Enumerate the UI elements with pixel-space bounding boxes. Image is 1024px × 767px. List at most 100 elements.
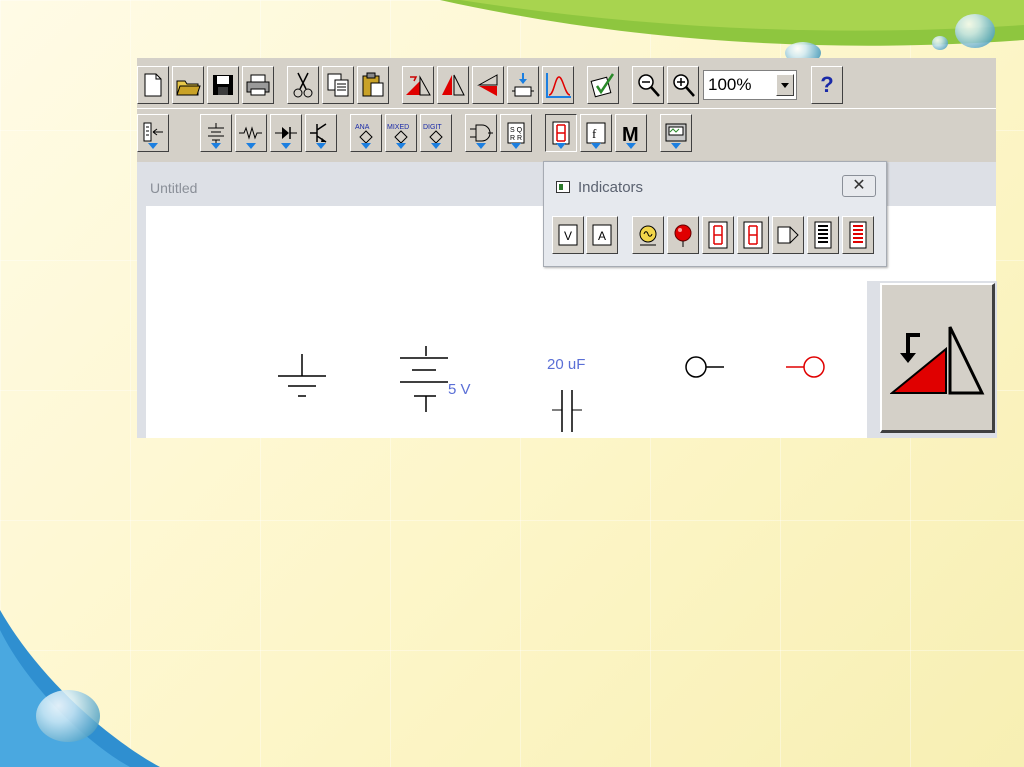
svg-text:M: M <box>622 124 639 144</box>
enlarged-rotate-button[interactable] <box>880 283 995 433</box>
svg-text:S Q: S Q <box>510 127 523 134</box>
copy-icon <box>327 73 349 97</box>
zoom-level-value: 100% <box>708 75 752 94</box>
palette-title: Indicators <box>578 179 644 196</box>
diodes-bin-button[interactable] <box>270 114 302 152</box>
decoded-seven-segment-button[interactable] <box>737 216 769 254</box>
water-drop-decoration <box>36 690 100 742</box>
function-icon: f <box>586 122 606 144</box>
cut-button[interactable] <box>287 66 319 104</box>
seven-segment-display-button[interactable] <box>702 216 734 254</box>
print-button[interactable] <box>242 66 274 104</box>
red-probe-icon <box>674 224 692 247</box>
transistors-bin-button[interactable] <box>305 114 337 152</box>
sources-bin-button[interactable] <box>200 114 232 152</box>
mixed-ics-bin-button[interactable]: MIXED <box>385 114 417 152</box>
indicators-bin-button[interactable] <box>545 114 577 152</box>
diode-icon <box>275 127 297 139</box>
seven-segment-icon <box>552 121 570 145</box>
zoom-out-button[interactable] <box>632 66 664 104</box>
save-button[interactable] <box>207 66 239 104</box>
graph-icon <box>546 73 571 98</box>
logic-gates-bin-button[interactable] <box>465 114 497 152</box>
zoom-dropdown-arrow-icon[interactable] <box>776 74 794 96</box>
miscellaneous-bin-button[interactable]: M <box>615 114 647 152</box>
zoom-in-button[interactable] <box>667 66 699 104</box>
bargraph-icon <box>814 221 832 249</box>
bargraph-undecoded-button[interactable] <box>842 216 874 254</box>
open-file-button[interactable] <box>172 66 204 104</box>
ammeter-button[interactable]: A <box>586 216 618 254</box>
controls-bin-button[interactable]: f <box>580 114 612 152</box>
parts-bin-toolbar: ANA MIXED DIGIT S QR R f M <box>137 110 996 156</box>
ammeter-icon: A <box>592 224 612 246</box>
connector-red-symbol[interactable] <box>784 352 828 382</box>
help-button[interactable]: ? <box>811 66 843 104</box>
instrument-icon <box>665 123 687 142</box>
favorites-bin-button[interactable] <box>137 114 169 152</box>
analog-ics-bin-button[interactable]: ANA <box>350 114 382 152</box>
zoom-out-icon <box>638 74 660 97</box>
flip-flop-icon: S QR R <box>507 122 525 144</box>
flip-vertical-button[interactable] <box>472 66 504 104</box>
copy-button[interactable] <box>322 66 354 104</box>
analog-ic-icon: ANA <box>355 124 373 144</box>
svg-text:V: V <box>564 229 572 243</box>
zoom-in-icon <box>673 74 695 97</box>
instruments-bin-button[interactable] <box>660 114 692 152</box>
bulb-icon <box>639 225 657 246</box>
connector-black-symbol[interactable] <box>682 352 726 382</box>
rotate-large-icon <box>890 326 985 395</box>
palette-close-button[interactable]: ✕ <box>842 175 876 197</box>
digital-bin-button[interactable]: S QR R <box>500 114 532 152</box>
rotate-button[interactable] <box>402 66 434 104</box>
new-file-button[interactable] <box>137 66 169 104</box>
battery-symbol[interactable] <box>396 344 456 424</box>
bulb-button[interactable] <box>632 216 664 254</box>
component-properties-button[interactable] <box>587 66 619 104</box>
voltmeter-button[interactable]: V <box>552 216 584 254</box>
water-drop-decoration <box>932 36 948 50</box>
bargraph-red-icon <box>849 221 867 249</box>
blue-swoosh-decoration <box>0 610 160 767</box>
save-disk-icon <box>213 75 233 95</box>
svg-text:ANA: ANA <box>355 124 370 131</box>
ground-symbol[interactable] <box>274 352 330 408</box>
scissors-icon <box>293 72 313 98</box>
flip-horizontal-icon <box>442 74 465 96</box>
help-icon: ? <box>820 72 834 97</box>
basic-components-bin-button[interactable] <box>235 114 267 152</box>
palette-window-icon <box>556 181 570 193</box>
svg-text:R R: R R <box>510 135 522 142</box>
digital-ic-icon: DIGIT <box>423 124 443 144</box>
bargraph-display-button[interactable] <box>807 216 839 254</box>
buzzer-button[interactable] <box>772 216 804 254</box>
printer-icon <box>246 74 270 96</box>
capacitor-value-label: 20 uF <box>547 356 586 373</box>
battery-voltage-label: 5 V <box>448 381 471 398</box>
decoded-seven-segment-icon <box>743 221 763 249</box>
main-toolbar: 100% ? <box>137 62 996 109</box>
miscellaneous-icon: M <box>622 124 639 144</box>
rotate-icon <box>406 75 431 96</box>
properties-checkmark-icon <box>590 73 615 98</box>
create-subcircuit-button[interactable] <box>507 66 539 104</box>
mixed-ic-icon: MIXED <box>387 124 409 144</box>
transistor-icon <box>310 123 327 143</box>
logic-gate-icon <box>470 124 493 142</box>
probe-button[interactable] <box>667 216 699 254</box>
capacitor-symbol[interactable] <box>550 388 584 434</box>
open-folder-icon <box>176 80 201 96</box>
svg-text:f: f <box>592 126 597 141</box>
resistor-icon <box>239 126 262 140</box>
indicators-palette: Indicators ✕ V A <box>543 161 887 267</box>
paste-button[interactable] <box>357 66 389 104</box>
flip-horizontal-button[interactable] <box>437 66 469 104</box>
favorites-bin-icon <box>143 122 163 142</box>
graph-button[interactable] <box>542 66 574 104</box>
svg-text:MIXED: MIXED <box>387 124 409 131</box>
svg-text:A: A <box>598 229 606 243</box>
zoom-level-select[interactable]: 100% <box>703 70 797 100</box>
voltmeter-icon: V <box>558 224 578 246</box>
digital-ics-bin-button[interactable]: DIGIT <box>420 114 452 152</box>
